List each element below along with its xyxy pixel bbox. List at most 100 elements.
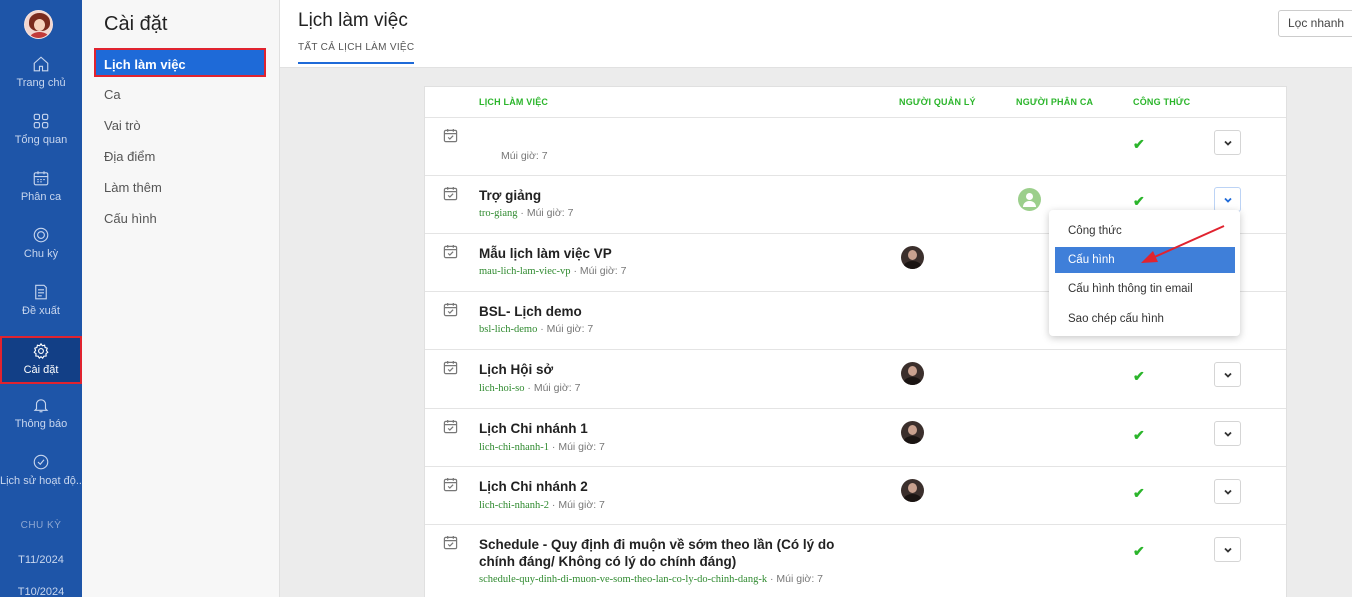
calendar-check-icon [443,302,458,317]
nav-item-cycle[interactable]: Chu kỳ [0,226,82,276]
schedule-slug: lich-chi-nhanh-1 [479,442,549,453]
chevron-down-icon [1223,431,1232,437]
table-row[interactable]: Lịch Chi nhánh 1 lich-chi-nhanh-1 · Múi … [425,409,1286,467]
submenu-item-shift[interactable]: Ca [94,80,266,109]
nav-label: Cài đặt [23,364,59,376]
settings-submenu: Cài đặt Lịch làm việc Ca Vai trò Địa điể… [82,0,280,597]
settings-title: Cài đặt [104,13,168,35]
period-item[interactable]: T10/2024 [0,586,82,597]
menu-item-configuration[interactable]: Cấu hình [1055,247,1235,273]
formula-check-icon: ✔ [1133,193,1145,209]
page-header: Lịch làm việc TẤT CẢ LỊCH LÀM VIỆC Lọc n… [280,0,1352,68]
cycle-section-label: CHU KỲ [20,520,62,531]
quick-filter-button[interactable]: Lọc nhanh [1278,10,1352,37]
nav-label: Lịch sử hoạt độ... [0,475,82,487]
cycle-icon [33,227,49,243]
calendar-check-icon [443,186,458,201]
menu-item-email-configuration[interactable]: Cấu hình thông tin email [1055,276,1235,302]
nav-item-settings[interactable]: Cài đặt [0,336,82,384]
menu-item-copy-configuration[interactable]: Sao chép cấu hình [1055,306,1235,332]
table-row[interactable]: Schedule - Quy định đi muộn về sớm theo … [425,525,1286,597]
nav-item-activity-history[interactable]: Lịch sử hoạt độ... [0,453,82,503]
schedule-name[interactable]: Trợ giảng [479,187,869,204]
row-dropdown-button[interactable] [1214,421,1241,446]
schedule-name[interactable]: Lịch Hội sở [479,361,869,378]
schedule-name[interactable]: BSL- Lịch demo [479,303,869,320]
submenu-item-location[interactable]: Địa điểm [94,142,266,171]
page-title: Lịch làm việc [298,10,408,31]
row-dropdown-button[interactable] [1214,130,1241,155]
calendar-check-icon [443,535,458,550]
schedule-name[interactable]: Lịch Chi nhánh 1 [479,420,869,437]
schedule-slug: lich-chi-nhanh-2 [479,500,549,511]
calendar-icon [33,171,49,186]
submenu-item-configuration[interactable]: Cấu hình [94,204,266,233]
manager-avatar [901,421,924,444]
nav-item-proposal[interactable]: Đề xuất [0,283,82,333]
schedule-slug: lich-hoi-so [479,383,525,394]
schedule-name[interactable]: Schedule - Quy định đi muộn về sớm theo … [479,536,859,570]
gear-icon [33,342,49,359]
assignee-avatar [1018,188,1041,211]
calendar-check-icon [443,419,458,434]
table-row[interactable]: Lịch Chi nhánh 2 lich-chi-nhanh-2 · Múi … [425,467,1286,525]
tab-all-schedules[interactable]: TẤT CẢ LỊCH LÀM VIỆC [298,42,415,64]
period-item[interactable]: T11/2024 [0,554,82,566]
calendar-check-icon [443,360,458,375]
submenu-item-work-schedule[interactable]: Lịch làm việc [94,48,266,77]
chevron-down-icon [1223,140,1232,146]
nav-item-shift[interactable]: Phân ca [0,169,82,219]
row-actions-menu: Công thức Cấu hình Cấu hình thông tin em… [1049,210,1240,336]
column-header-assignee: NGƯỜI PHÂN CA [1016,97,1094,107]
timezone: Múi giờ: 7 [558,441,605,453]
timezone: Múi giờ: 7 [533,382,581,394]
schedule-name[interactable]: Mẫu lịch làm việc VP [479,245,869,262]
formula-check-icon: ✔ [1133,136,1145,152]
row-dropdown-button[interactable] [1214,479,1241,504]
formula-check-icon: ✔ [1133,485,1145,501]
home-icon [33,56,49,72]
manager-avatar [901,362,924,385]
nav-label: Chu kỳ [23,248,59,260]
table-row[interactable]: Lịch Hội sở lich-hoi-so · Múi giờ: 7 ✔ [425,350,1286,409]
timezone: Múi giờ: 7 [526,207,574,219]
calendar-check-icon [443,128,458,143]
submenu-item-role[interactable]: Vai trò [94,111,266,140]
column-header-formula: CÔNG THỨC [1133,97,1191,107]
chevron-down-icon [1223,489,1232,495]
nav-label: Phân ca [20,191,62,203]
column-header-manager: NGƯỜI QUẢN LÝ [899,97,976,107]
formula-check-icon: ✔ [1133,427,1145,443]
nav-item-notifications[interactable]: Thông báo [0,396,82,446]
menu-item-formula[interactable]: Công thức [1055,218,1235,244]
nav-item-overview[interactable]: Tổng quan [0,112,82,162]
nav-label: Trang chủ [16,77,66,89]
manager-avatar [901,479,924,502]
schedule-meta: tro-giang · Múi giờ: 7 [479,207,574,219]
schedule-slug: mau-lich-lam-viec-vp [479,266,571,277]
schedule-slug: schedule-quy-dinh-di-muon-ve-som-theo-la… [479,574,768,585]
nav-rail: Trang chủ Tổng quan Phân ca Chu kỳ Đề xu… [0,0,82,597]
schedule-table: LỊCH LÀM VIỆC NGƯỜI QUẢN LÝ NGƯỜI PHÂN C… [424,86,1287,597]
chevron-down-icon [1223,372,1232,378]
nav-item-home[interactable]: Trang chủ [0,55,82,105]
schedule-meta: bsl-lich-demo · Múi giờ: 7 [479,323,594,335]
row-dropdown-button[interactable] [1214,362,1241,387]
row-dropdown-button[interactable] [1214,187,1241,212]
bell-icon [33,399,49,413]
schedule-name[interactable]: Lịch Chi nhánh 2 [479,478,869,495]
schedule-meta: Múi giờ: 7 [501,150,548,162]
schedule-meta: mau-lich-lam-viec-vp · Múi giờ: 7 [479,265,627,277]
column-header-schedule: LỊCH LÀM VIỆC [479,97,549,107]
submenu-item-overtime[interactable]: Làm thêm [94,173,266,202]
chevron-down-icon [1223,547,1232,553]
check-circle-icon [33,454,49,470]
schedule-slug: tro-giang [479,208,518,219]
timezone: Múi giờ: 7 [558,499,605,511]
row-dropdown-button[interactable] [1214,537,1241,562]
formula-check-icon: ✔ [1133,368,1145,384]
nav-label: Đề xuất [22,305,60,317]
timezone: Múi giờ: 7 [501,150,548,162]
table-row[interactable]: Múi giờ: 7 ✔ [425,118,1286,176]
user-avatar[interactable] [24,10,53,39]
